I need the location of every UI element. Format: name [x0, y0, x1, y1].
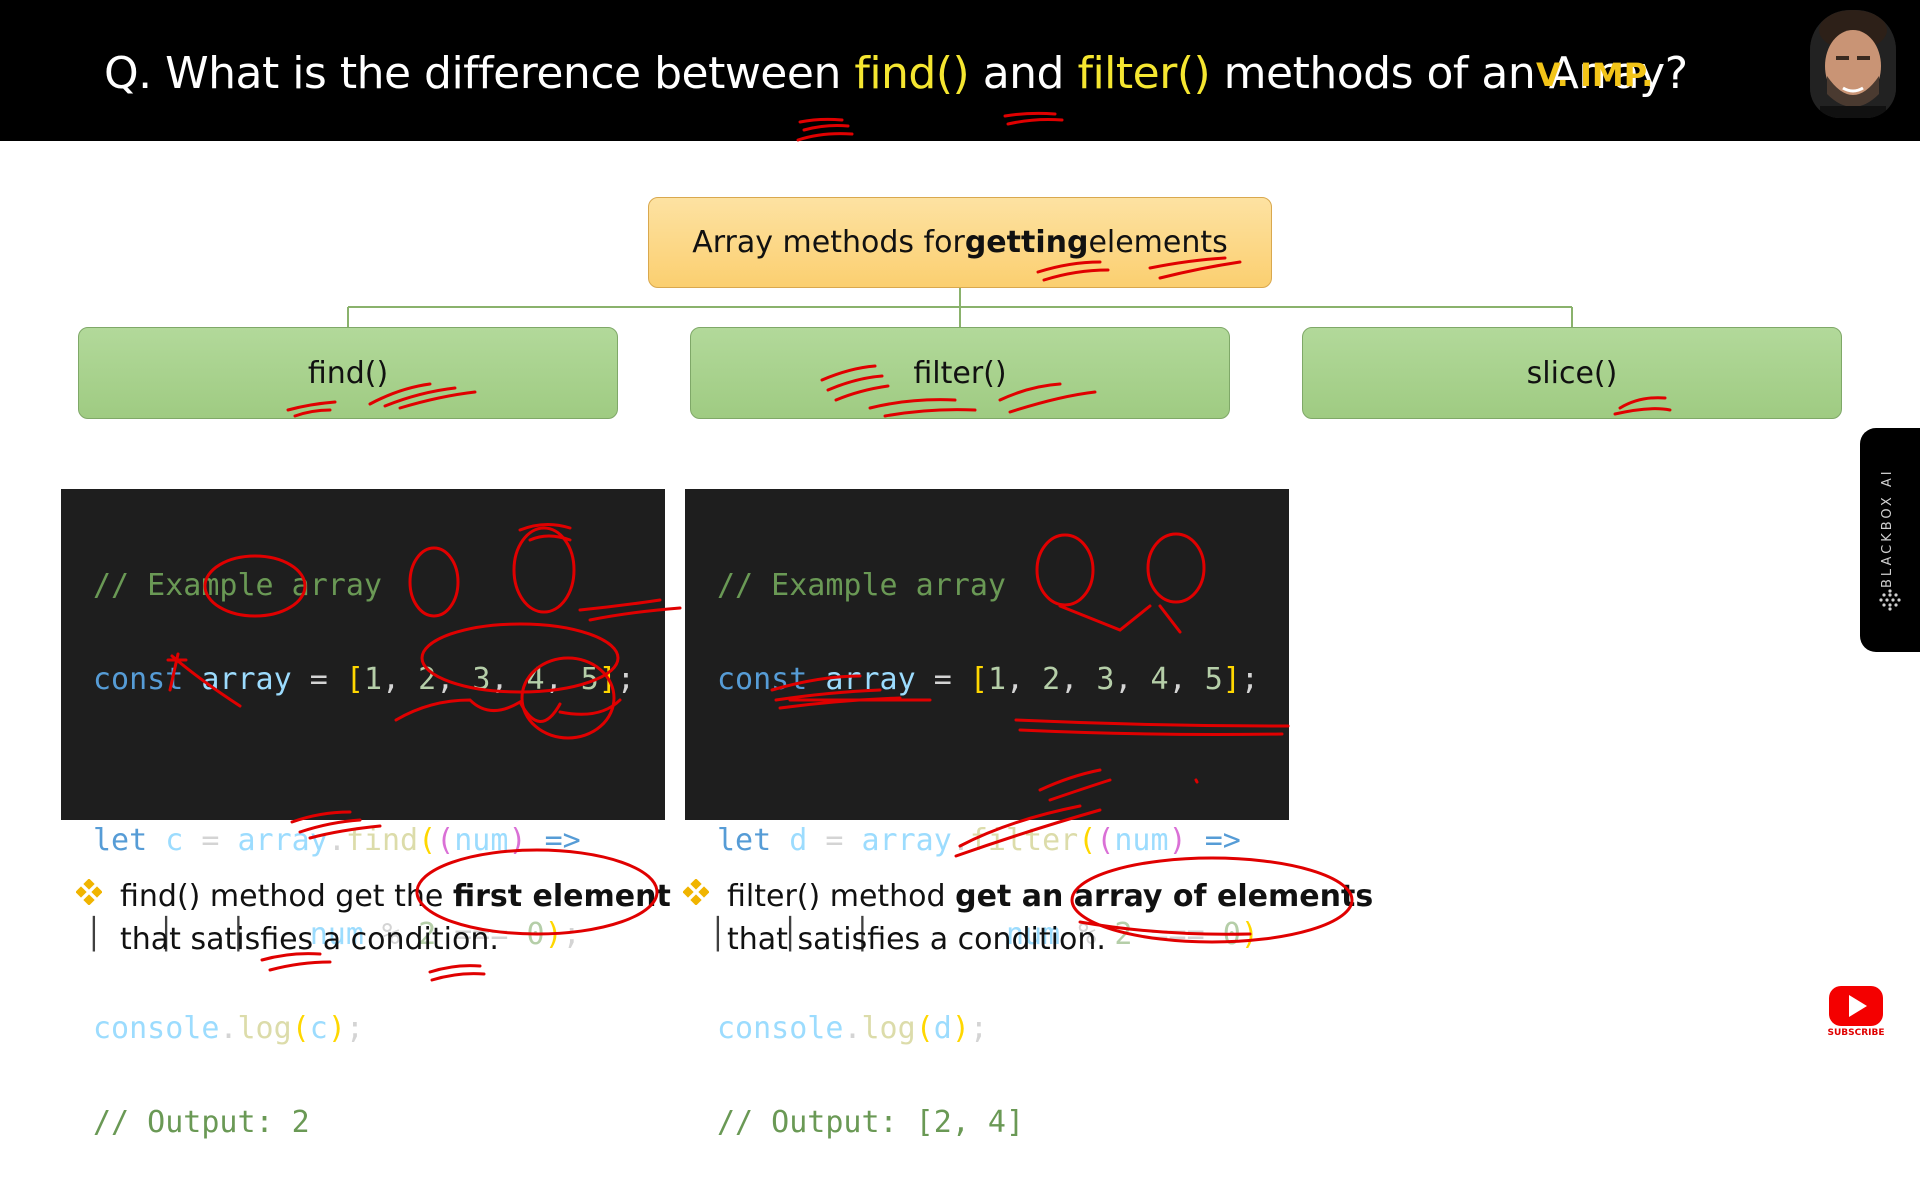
code-line-console: console.log(d);: [717, 1011, 988, 1046]
diamond-bullet-icon: [76, 879, 102, 905]
code-output-comment: // Output: 2: [93, 1105, 310, 1140]
code-line-array: const array = [1, 2, 3, 4, 5];: [93, 662, 635, 697]
side-tab-label: BLACKBOX AI: [1880, 468, 1895, 588]
code-variable: d: [933, 1011, 952, 1046]
code-comment: // Example array: [93, 568, 382, 603]
code-object: console: [93, 1011, 220, 1046]
code-line-find-call: let c = array.find((num) =>: [93, 823, 581, 858]
array-methods-root-box: Array methods for getting elements: [648, 197, 1272, 288]
filter-method-box: filter(): [690, 327, 1230, 419]
code-method: filter: [969, 823, 1079, 858]
code-param: num: [454, 823, 509, 858]
slice-method-box: slice(): [1302, 327, 1842, 419]
diamond-bullet-icon: [683, 879, 709, 905]
find-bullet: find() method get the first element that…: [76, 875, 671, 961]
youtube-subscribe-button[interactable]: SUBSCRIBE: [1826, 986, 1886, 1038]
code-number: 5: [1204, 662, 1223, 697]
root-label-pre: Array methods for: [692, 225, 965, 260]
code-keyword: const: [93, 662, 184, 697]
find-method-box: find(): [78, 327, 618, 419]
filter-bullet-line1: filter() method get an array of elements: [727, 879, 1374, 914]
code-comment: // Example array: [717, 568, 1006, 603]
code-variable: array: [825, 662, 916, 697]
filter-bullet: filter() method get an array of elements…: [683, 875, 1374, 961]
code-variable: array: [201, 662, 292, 697]
code-number: 1: [363, 662, 382, 697]
code-keyword: let: [93, 823, 148, 858]
code-object: array: [861, 823, 952, 858]
code-operator: =: [291, 662, 346, 697]
code-method: log: [237, 1011, 292, 1046]
code-arrow: =>: [544, 823, 581, 858]
code-keyword: let: [717, 823, 772, 858]
root-label-post: elements: [1088, 225, 1228, 260]
filter-bullet-line2: that satisfies a condition.: [727, 922, 1106, 957]
code-output-comment: // Output: [2, 4]: [717, 1105, 1025, 1140]
blackbox-ai-side-tab[interactable]: BLACKBOX AI: [1860, 428, 1920, 652]
code-number: 2: [1042, 662, 1061, 697]
find-bullet-line2: that satisfies a condition.: [120, 922, 499, 957]
code-arrow: =>: [1204, 823, 1241, 858]
code-keyword: const: [717, 662, 808, 697]
blackbox-logo-icon: [1879, 589, 1901, 611]
find-code-panel: // Example array const array = [1, 2, 3,…: [61, 489, 665, 1140]
code-object: console: [717, 1011, 844, 1046]
code-line-console: console.log(c);: [93, 1011, 364, 1046]
code-number: 1: [987, 662, 1006, 697]
code-object: array: [237, 823, 328, 858]
find-bullet-line1: find() method get the first element: [120, 879, 671, 914]
code-number: 3: [472, 662, 491, 697]
code-line-array: const array = [1, 2, 3, 4, 5];: [717, 662, 1259, 697]
filter-code-panel: // Example array const array = [1, 2, 3,…: [685, 489, 1289, 1140]
root-label-bold: getting: [964, 225, 1089, 260]
code-variable: c: [309, 1011, 328, 1046]
code-operator: =: [915, 662, 970, 697]
code-number: 4: [1150, 662, 1169, 697]
filter-bullet-bold: get an array of elements: [955, 879, 1374, 914]
code-line-filter-call: let d = array.filter((num) =>: [717, 823, 1241, 858]
code-number: 5: [580, 662, 599, 697]
code-param: num: [1114, 823, 1169, 858]
code-number: 3: [1096, 662, 1115, 697]
code-variable: c: [165, 823, 184, 858]
code-variable: d: [789, 823, 808, 858]
code-number: 4: [526, 662, 545, 697]
subscribe-label: SUBSCRIBE: [1827, 1028, 1885, 1038]
code-method: find: [345, 823, 419, 858]
code-method: log: [861, 1011, 916, 1046]
find-bullet-bold: first element: [452, 879, 671, 914]
youtube-play-icon: [1829, 986, 1883, 1026]
code-number: 2: [418, 662, 437, 697]
